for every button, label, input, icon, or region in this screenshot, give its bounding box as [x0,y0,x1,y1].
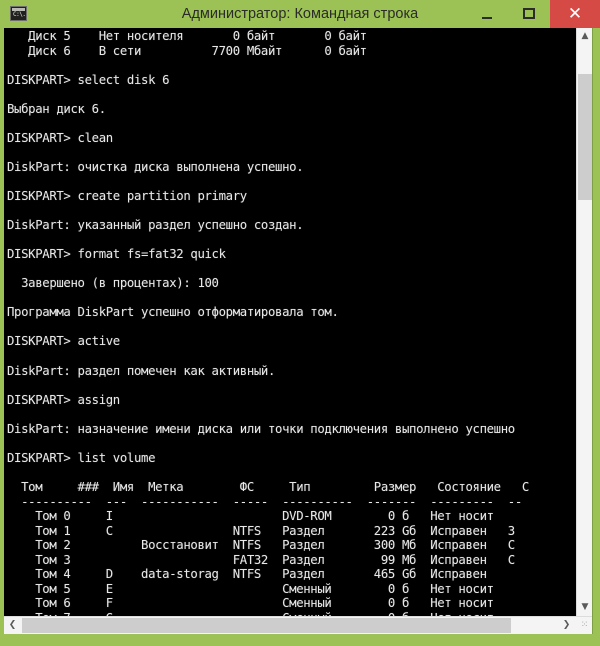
minimize-icon [482,17,492,19]
console-line: DISKPART> clean [7,130,113,145]
console-line: Том 1 C NTFS Раздел 223 Gб Исправен З [7,523,515,538]
console-line: DISKPART> active [7,334,120,349]
console-line: DiskPart: раздел помечен как активный. [7,363,276,378]
console-line: Том 4 D data-storag NTFS Раздел 465 Gб И… [7,567,487,582]
console-output-area[interactable]: Диск 5 Нет носителя 0 байт 0 байт Диск 6… [5,28,576,616]
title-bar[interactable]: C:\. Администратор: Командная строка ✕ [0,0,600,28]
window-right-edge [592,28,593,634]
desktop-background-strip [0,634,600,646]
scroll-left-button[interactable]: ❮ [4,617,21,634]
console-line: Том 2 Восстановит NTFS Раздел 300 Mб Исп… [7,538,515,553]
scroll-down-button[interactable]: ▼ [577,599,593,616]
console-line: Том ### Имя Метка ФС Тип Размер Состояни… [7,479,529,494]
horizontal-scrollbar[interactable]: ❮ ❯ ⁙ [4,616,592,634]
console-line: DISKPART> assign [7,392,120,407]
console-line: DISKPART> create partition primary [7,189,247,204]
console-line: DISKPART> list volume [7,450,156,465]
horizontal-scrollbar-thumb[interactable] [22,618,511,633]
console-line: Завершено (в процентах): 100 [7,276,219,291]
close-icon: ✕ [567,4,583,23]
console-line: ---------- --- ----------- ----- -------… [7,494,522,509]
console-frame: Диск 5 Нет носителя 0 байт 0 байт Диск 6… [4,28,593,616]
console-line: DiskPart: назначение имени диска или точ… [7,421,515,436]
minimize-button[interactable] [466,0,508,28]
command-prompt-window: C:\. Администратор: Командная строка ✕ Д… [0,0,600,646]
scroll-up-button[interactable]: ▲ [577,28,593,45]
vertical-scrollbar[interactable]: ▲ ▼ [576,28,593,616]
console-line: Диск 6 В сети 7700 Мбайт 0 байт [7,43,367,58]
console-line: Том 0 I DVD-ROM 0 б Нет носит [7,509,494,524]
maximize-button[interactable] [508,0,550,28]
resize-grip-icon[interactable]: ⁙ [579,620,590,631]
console-line: DISKPART> format fs=fat32 quick [7,247,226,262]
close-button[interactable]: ✕ [550,0,600,28]
console-line: DISKPART> select disk 6 [7,72,170,87]
console-line: Том 3 FAT32 Раздел 99 Mб Исправен С [7,552,515,567]
window-controls: ✕ [466,0,600,28]
console-line: Диск 5 Нет носителя 0 байт 0 байт [7,29,367,43]
vertical-scrollbar-thumb[interactable] [578,74,593,200]
console-line: Программа DiskPart успешно отформатирова… [7,305,339,320]
console-line: DiskPart: очистка диска выполнена успешн… [7,159,304,174]
scroll-right-button[interactable]: ❯ [558,617,575,634]
console-text: Диск 5 Нет носителя 0 байт 0 байт Диск 6… [7,29,576,616]
console-line: Том 5 E Сменный 0 б Нет носит [7,581,494,596]
console-line: DiskPart: указанный раздел успешно созда… [7,218,304,233]
maximize-icon [523,8,535,19]
console-line: Том 6 F Сменный 0 б Нет носит [7,596,494,611]
console-line: Выбран диск 6. [7,101,106,116]
